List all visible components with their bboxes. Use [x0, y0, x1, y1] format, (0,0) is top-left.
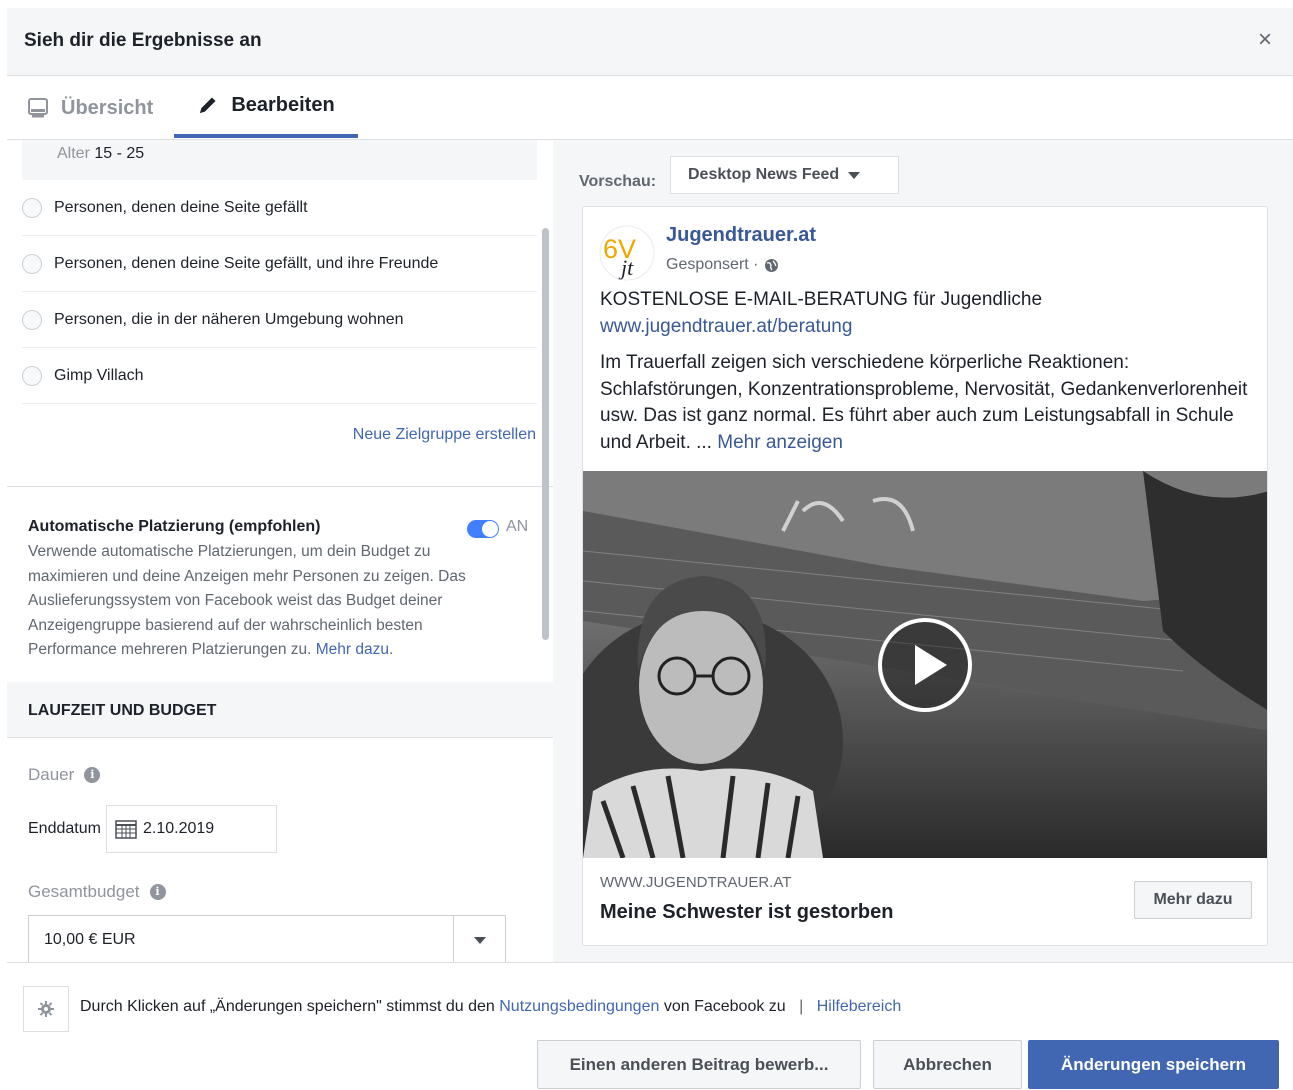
page-logo[interactable]: 6V jt — [599, 225, 655, 281]
ad-video[interactable] — [583, 471, 1267, 858]
play-button[interactable] — [877, 617, 973, 713]
preview-panel: Vorschau: Desktop News Feed 6V jt Jugend… — [553, 140, 1293, 962]
toggle-knob — [482, 521, 498, 537]
placement-title: Automatische Platzierung (empfohlen) — [28, 518, 321, 535]
duration-label-text: Dauer — [28, 765, 75, 784]
save-button[interactable]: Änderungen speichern — [1028, 1040, 1279, 1089]
promote-other-post-button[interactable]: Einen anderen Beitrag bewerb... — [537, 1040, 861, 1089]
ad-body-text: Im Trauerfall zeigen sich verschiedene k… — [600, 352, 1248, 453]
audience-option[interactable]: Personen, die in der näheren Umgebung wo… — [22, 292, 537, 348]
tab-bar: Übersicht Bearbeiten — [7, 76, 1293, 140]
audience-option[interactable]: Gimp Villach — [22, 348, 537, 404]
help-link[interactable]: Hilfebereich — [817, 998, 901, 1015]
audience-option[interactable]: Personen, denen deine Seite gefällt, und… — [22, 236, 537, 292]
preview-placement-value: Desktop News Feed — [688, 166, 840, 183]
dialog-header: Sieh dir die Ergebnisse an × — [7, 8, 1293, 76]
dialog-title: Sieh dir die Ergebnisse an — [24, 30, 262, 51]
divider — [7, 486, 553, 487]
total-budget-label: Gesamtbudget i — [28, 882, 166, 902]
placement-description-text: Verwende automatische Platzierungen, um … — [28, 543, 466, 659]
duration-label: Dauer i — [28, 765, 101, 785]
total-budget-value: 10,00 € EUR — [44, 931, 136, 948]
cancel-button[interactable]: Abbrechen — [873, 1040, 1022, 1089]
end-date-value: 2.10.2019 — [143, 820, 215, 837]
radio-button[interactable] — [22, 253, 42, 274]
sponsored-label: Gesponsert · — [666, 256, 779, 274]
promote-dialog: Sieh dir die Ergebnisse an × Übersicht B… — [7, 8, 1293, 1090]
settings-button[interactable] — [23, 986, 69, 1032]
gear-icon — [38, 1001, 54, 1017]
age-value: 15 - 25 — [94, 145, 145, 162]
chevron-down-icon[interactable] — [453, 916, 505, 962]
budget-section-title: LAUFZEIT UND BUDGET — [7, 682, 553, 738]
tab-label: Bearbeiten — [231, 93, 335, 116]
radio-button[interactable] — [22, 197, 42, 218]
age-label: Alter — [57, 145, 90, 162]
ad-headline: KOSTENLOSE E-MAIL-BERATUNG für Jugendlic… — [600, 289, 1043, 310]
total-budget-select[interactable]: 10,00 € EUR — [28, 915, 506, 962]
ad-body: Im Trauerfall zeigen sich verschiedene k… — [600, 350, 1260, 456]
preview-placement-dropdown[interactable]: Desktop News Feed — [670, 156, 899, 194]
link-domain: WWW.JUGENDTRAUER.AT — [600, 874, 792, 891]
ad-url-link[interactable]: www.jugendtrauer.at/beratung — [600, 316, 852, 338]
preview-label: Vorschau: — [579, 173, 657, 190]
audience-option[interactable]: Personen, denen deine Seite gefällt — [22, 180, 537, 236]
scrollbar[interactable] — [542, 228, 549, 640]
tab-label: Übersicht — [61, 96, 154, 119]
placement-description: Verwende automatische Platzierungen, um … — [28, 543, 466, 659]
placement-more-link[interactable]: Mehr dazu — [316, 641, 389, 658]
tab-overview[interactable]: Übersicht — [27, 76, 153, 140]
separator: | — [799, 998, 804, 1015]
play-icon — [878, 618, 972, 712]
terms-prefix: Durch Klicken auf „Änderungen speichern"… — [80, 998, 495, 1015]
terms-link[interactable]: Nutzungsbedingungen — [499, 998, 659, 1015]
close-icon: × — [1257, 26, 1272, 53]
ad-preview-card: 6V jt Jugendtrauer.at Gesponsert · KOSTE… — [582, 206, 1268, 946]
terms-suffix: von Facebook zu — [663, 998, 786, 1015]
logo-subtext: jt — [618, 255, 634, 280]
placement-toggle[interactable] — [467, 520, 499, 538]
sponsored-text: Gesponsert · — [666, 256, 759, 273]
audience-option-label: Gimp Villach — [54, 366, 144, 384]
radio-button[interactable] — [22, 365, 42, 386]
end-date-label: Enddatum — [28, 820, 101, 837]
age-summary: Alter 15 - 25 — [22, 140, 537, 180]
globe-icon — [764, 258, 779, 273]
tab-edit[interactable]: Bearbeiten — [174, 76, 358, 138]
calendar-icon — [115, 819, 137, 839]
end-date-field[interactable]: 2.10.2019 — [106, 805, 277, 853]
page-name-link[interactable]: Jugendtrauer.at — [666, 224, 816, 247]
toggle-label: AN — [506, 518, 529, 535]
edit-panel: Alter 15 - 25 Personen, denen deine Seit… — [7, 140, 553, 962]
terms-notice: Durch Klicken auf „Änderungen speichern"… — [80, 998, 901, 1016]
info-icon[interactable]: i — [84, 767, 101, 783]
radio-button[interactable] — [22, 309, 42, 330]
audience-option-label: Personen, denen deine Seite gefällt — [54, 198, 308, 216]
audience-list: Personen, denen deine Seite gefällt Pers… — [22, 180, 537, 404]
audience-option-label: Personen, denen deine Seite gefällt, und… — [54, 254, 439, 272]
cta-button[interactable]: Mehr dazu — [1134, 881, 1252, 919]
pencil-icon — [197, 94, 219, 116]
caret-down-icon — [848, 171, 861, 179]
link-title[interactable]: Meine Schwester ist gestorben — [600, 901, 893, 924]
monitor-icon — [27, 97, 49, 119]
new-audience-link[interactable]: Neue Zielgruppe erstellen — [353, 426, 536, 444]
total-budget-label-text: Gesamtbudget — [28, 882, 140, 901]
dialog-footer: Durch Klicken auf „Änderungen speichern"… — [7, 962, 1293, 1090]
see-more-link[interactable]: Mehr anzeigen — [717, 432, 843, 453]
info-icon[interactable]: i — [149, 884, 166, 900]
audience-option-label: Personen, die in der näheren Umgebung wo… — [54, 310, 404, 328]
close-button[interactable]: × — [1253, 28, 1277, 52]
